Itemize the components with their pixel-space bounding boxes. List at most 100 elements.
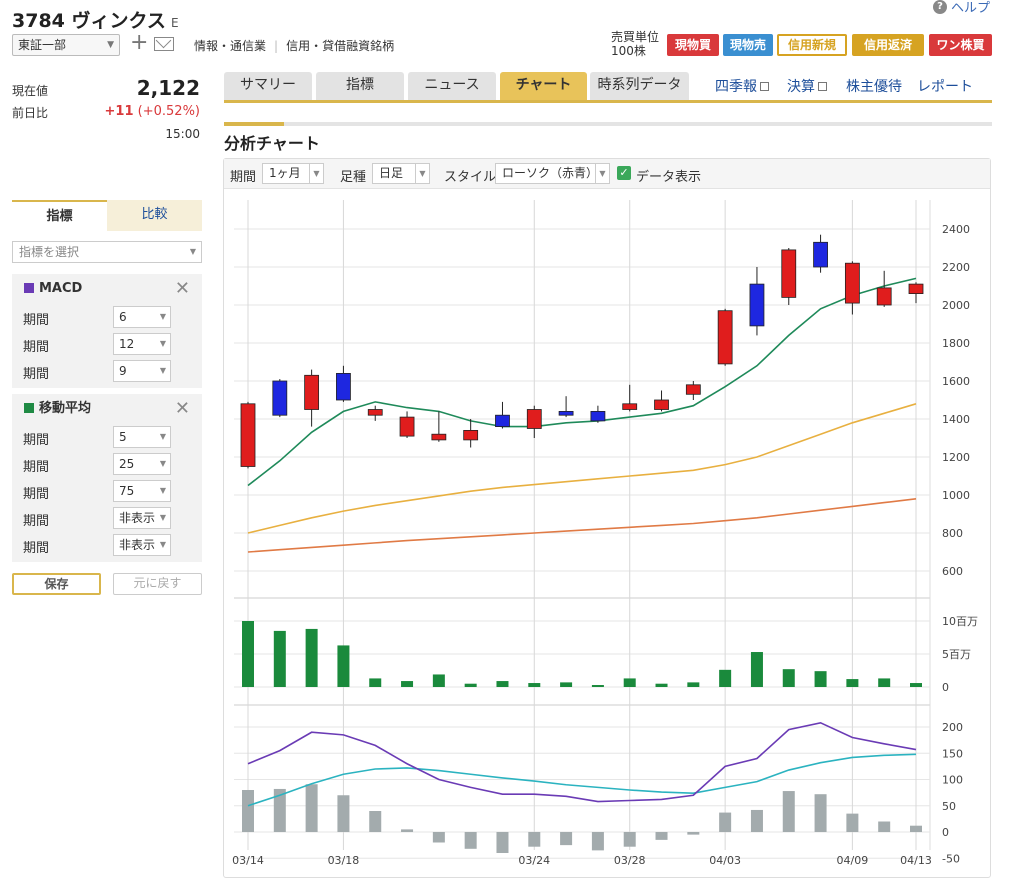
macd-histogram-bar — [719, 812, 732, 832]
chevron-down-icon: ▼ — [415, 164, 429, 183]
candle-body — [272, 380, 288, 416]
save-button[interactable]: 保存 — [12, 573, 101, 595]
macd-tick-label: 150 — [942, 747, 963, 760]
candle-body — [654, 399, 669, 410]
tab-chart[interactable]: チャート — [500, 72, 587, 100]
link-shikiho[interactable]: 四季報 — [715, 76, 769, 96]
macd-histogram-bar — [369, 811, 382, 832]
spot-buy-button[interactable]: 現物買 — [667, 34, 719, 56]
period-label: 期間 — [23, 460, 50, 475]
macd-histogram-bar — [496, 832, 509, 853]
volume-bar — [623, 678, 636, 687]
price-tick-label: 1400 — [942, 413, 970, 426]
macd-tick-label: 0 — [942, 826, 949, 839]
price-change: +11 — [104, 104, 134, 119]
macd-histogram-bar — [910, 825, 922, 832]
stock-chart[interactable]: 2400220020001800160014001200100080060010… — [224, 190, 990, 876]
trade-unit-label: 売買単位 — [611, 30, 660, 44]
side-tabs: 指標 比較 — [12, 200, 202, 231]
volume-bar — [910, 683, 922, 687]
indicator-select[interactable]: 指標を選択 ▼ — [12, 241, 202, 263]
macd-color-icon — [24, 283, 34, 293]
volume-bar — [846, 679, 859, 687]
macd-histogram-bar — [401, 829, 414, 832]
indicator-select-placeholder: 指標を選択 — [19, 245, 80, 259]
section-divider — [224, 122, 992, 126]
link-report[interactable]: レポート — [917, 76, 973, 96]
chart-controls: 期間 1ヶ月 ▼ 足種 日足 ▼ スタイル ローソク（赤青） ▼ データ表示 — [224, 159, 990, 189]
current-price-label: 現在値 — [12, 84, 49, 98]
candle-body — [781, 249, 797, 298]
add-portfolio-icon[interactable]: + — [130, 31, 148, 55]
link-shikiho-label: 四季報 — [715, 79, 757, 95]
macd-histogram-bar — [878, 821, 891, 832]
candle-body — [717, 310, 733, 365]
volume-bar — [369, 678, 382, 687]
close-icon[interactable]: ✕ — [175, 274, 190, 304]
macd-histogram-bar — [750, 809, 763, 832]
macd-period-2-select[interactable]: 12 — [113, 333, 171, 355]
margin-category-link[interactable]: 信用・貸借融資銘柄 — [286, 39, 394, 53]
industry-link[interactable]: 情報・通信業 — [194, 39, 266, 53]
candle-body — [749, 283, 765, 327]
macd-histogram-bar — [814, 794, 827, 832]
chevron-down-icon: ▼ — [309, 164, 323, 183]
volume-bar — [591, 685, 604, 687]
one-share-buy-button[interactable]: ワン株買 — [929, 34, 992, 56]
macd-period-3-select[interactable]: 9 — [113, 360, 171, 382]
foot-select[interactable]: 日足 ▼ — [372, 163, 430, 184]
link-earnings[interactable]: 決算 — [787, 76, 827, 96]
candle-body — [463, 429, 479, 441]
section-title: 分析チャート — [224, 134, 320, 153]
tab-timeseries[interactable]: 時系列データ — [590, 72, 689, 100]
candle-body — [367, 409, 383, 416]
reset-button[interactable]: 元に戻す — [113, 573, 202, 595]
mail-icon[interactable] — [154, 37, 174, 51]
ma-period-5-select[interactable]: 非表示 — [113, 534, 171, 556]
macd-line — [247, 721, 917, 803]
trade-unit-value: 100株 — [611, 44, 646, 58]
price-tick-label: 600 — [942, 565, 963, 578]
tab-summary[interactable]: サマリー — [224, 72, 312, 100]
ma-period-2-select[interactable]: 25 — [113, 453, 171, 475]
macd-period-1-select[interactable]: 6 — [113, 306, 171, 328]
close-icon[interactable]: ✕ — [175, 394, 190, 424]
candle-body — [526, 409, 542, 429]
volume-bar — [719, 669, 732, 687]
macd-histogram-bar — [591, 832, 604, 851]
tab-news[interactable]: ニュース — [408, 72, 496, 100]
ma-period-4-select[interactable]: 非表示 — [113, 507, 171, 529]
tab-indicator[interactable]: 指標 — [12, 200, 107, 231]
spot-sell-button[interactable]: 現物売 — [723, 34, 773, 56]
volume-tick-label: 5百万 — [942, 648, 971, 661]
question-circle-icon: ? — [932, 0, 947, 14]
volume-bar — [878, 678, 891, 687]
price-tick-label: 800 — [942, 527, 963, 540]
period-select[interactable]: 1ヶ月 ▼ — [262, 163, 324, 184]
macd-histogram-bar — [337, 795, 350, 832]
period-label: 期間 — [23, 313, 50, 328]
data-display-checkbox[interactable]: ✓ — [617, 166, 631, 180]
margin-close-button[interactable]: 信用返済 — [852, 34, 924, 56]
ma-period-3-select[interactable]: 75 — [113, 480, 171, 502]
ma-period-1-select[interactable]: 5 — [113, 426, 171, 448]
macd-histogram-bar — [782, 791, 795, 832]
price-tick-label: 1800 — [942, 337, 970, 350]
foot-label: 足種 — [340, 170, 367, 185]
tab-indicators[interactable]: 指標 — [316, 72, 404, 100]
link-benefits[interactable]: 株主優待 — [846, 76, 902, 96]
candle-body — [685, 384, 701, 395]
style-select[interactable]: ローソク（赤青） ▼ — [495, 163, 610, 184]
tab-compare[interactable]: 比較 — [107, 200, 202, 231]
volume-bar — [273, 630, 286, 687]
margin-new-button[interactable]: 信用新規 — [777, 34, 847, 56]
price-tick-label: 1200 — [942, 451, 970, 464]
help-link[interactable]: ? ヘルプ — [932, 0, 990, 16]
price-tick-label: 1600 — [942, 375, 970, 388]
candle-body — [240, 403, 256, 467]
market-select[interactable]: 東証一部 ▼ — [12, 34, 120, 56]
date-tick-label: 04/03 — [709, 854, 741, 867]
candle-body — [813, 241, 828, 268]
volume-bar — [464, 683, 477, 687]
volume-bar — [305, 628, 318, 687]
